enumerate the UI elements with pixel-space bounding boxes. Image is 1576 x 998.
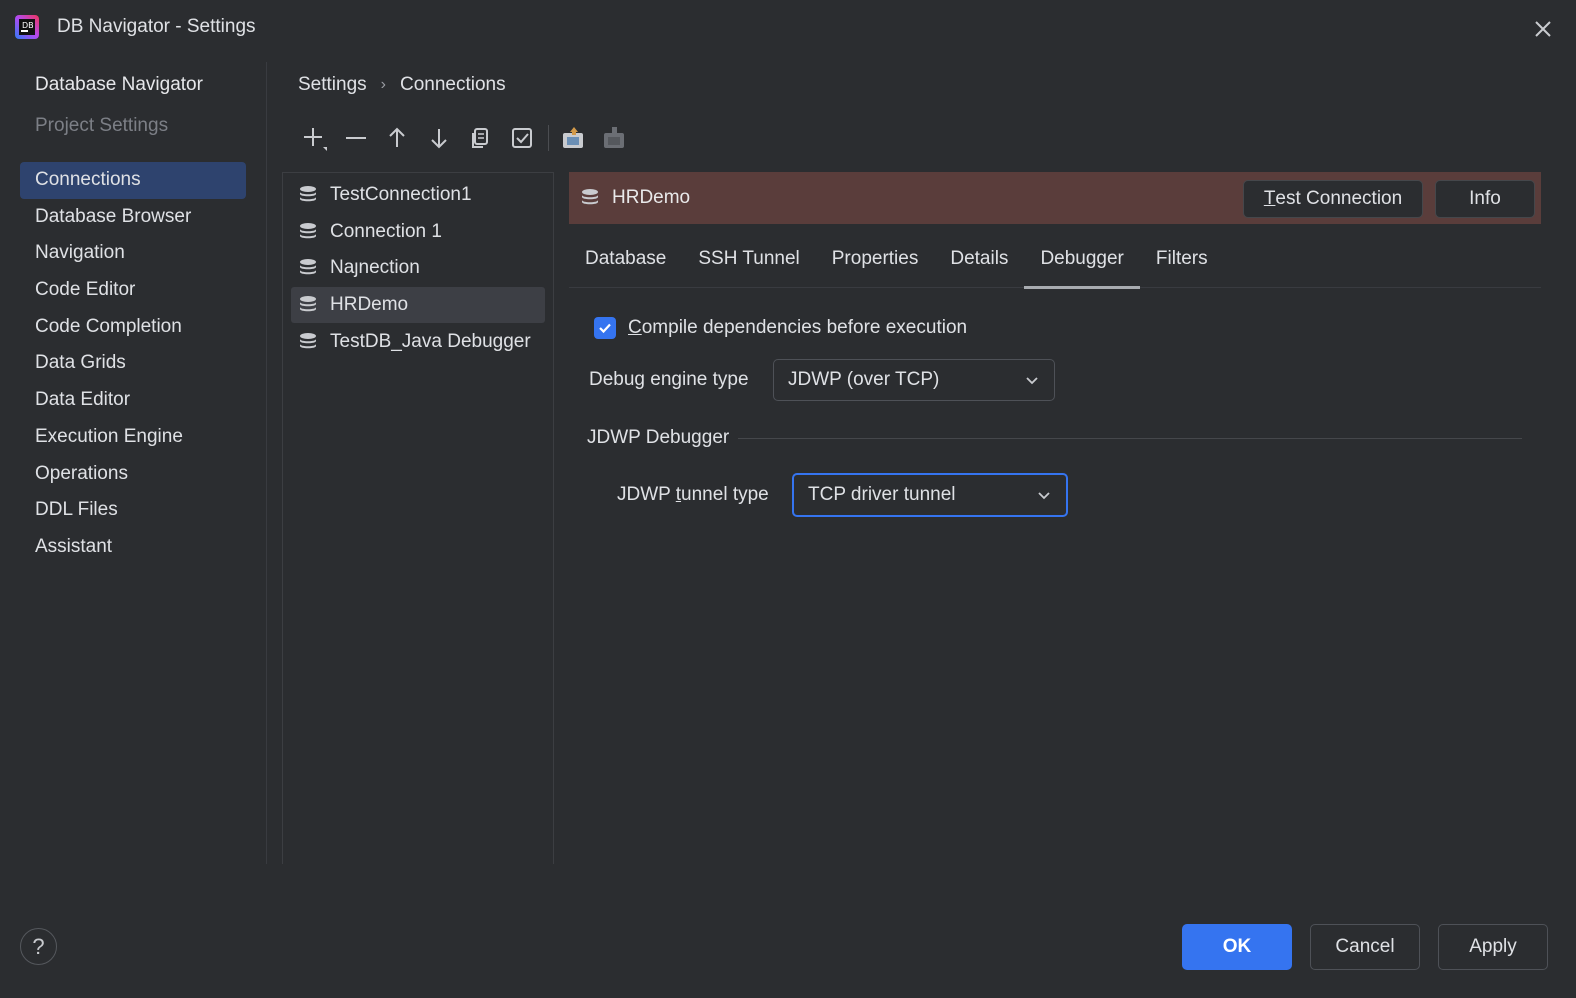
export-connections-button[interactable] bbox=[557, 122, 589, 154]
tab-database[interactable]: Database bbox=[569, 234, 682, 288]
app-logo-icon: DB bbox=[15, 15, 39, 39]
close-icon[interactable] bbox=[1530, 16, 1556, 42]
database-icon bbox=[300, 222, 316, 239]
compile-dependencies-row: Compile dependencies before execution bbox=[594, 317, 967, 339]
database-icon bbox=[300, 332, 316, 348]
sidebar-item-navigation[interactable]: Navigation bbox=[20, 235, 246, 272]
tunnel-type-select[interactable]: TCP driver tunnel bbox=[792, 473, 1068, 517]
sidebar-header-database-navigator[interactable]: Database Navigator bbox=[35, 74, 203, 96]
sidebar-item-database-browser[interactable]: Database Browser bbox=[20, 199, 246, 236]
debug-engine-row: Debug engine type JDWP (over TCP) bbox=[589, 359, 1055, 401]
tunnel-type-row: JDWP tunnel type TCP driver tunnel bbox=[617, 473, 1068, 517]
connections-toolbar bbox=[298, 120, 640, 156]
debug-engine-label: Debug engine type bbox=[589, 369, 749, 390]
connection-tabs: Database SSH Tunnel Properties Details D… bbox=[569, 234, 1541, 289]
database-icon bbox=[300, 259, 316, 275]
sidebar-item-ddl-files[interactable]: DDL Files bbox=[20, 492, 246, 529]
chevron-down-icon bbox=[1038, 492, 1050, 500]
add-connection-button[interactable] bbox=[298, 122, 330, 154]
move-down-button[interactable] bbox=[423, 122, 455, 154]
import-connections-button[interactable] bbox=[598, 122, 630, 154]
copy-icon bbox=[472, 128, 489, 148]
list-item[interactable]: Connection 1 bbox=[291, 214, 545, 251]
connection-name: Naȷnection bbox=[330, 257, 420, 279]
connection-name: Connection 1 bbox=[330, 220, 442, 242]
breadcrumb-settings[interactable]: Settings bbox=[298, 74, 367, 96]
info-button[interactable]: Info bbox=[1435, 180, 1535, 218]
test-connection-button[interactable]: Test Connection bbox=[1243, 180, 1423, 218]
compile-mnemonic: C bbox=[628, 317, 642, 338]
compile-dependencies-label[interactable]: Compile dependencies before execution bbox=[628, 317, 967, 339]
list-item[interactable]: TestConnection1 bbox=[291, 177, 545, 214]
export-icon bbox=[562, 127, 583, 148]
check-icon bbox=[511, 128, 532, 148]
list-item[interactable]: HRDemo bbox=[291, 286, 545, 324]
settings-sidebar: Database Navigator Project Settings Conn… bbox=[0, 62, 266, 864]
jdwp-debugger-group-title: JDWP Debugger bbox=[587, 427, 730, 448]
connection-name: TestDB_Java Debugger bbox=[330, 330, 531, 352]
debug-engine-select[interactable]: JDWP (over TCP) bbox=[773, 359, 1055, 401]
sidebar-item-code-editor[interactable]: Code Editor bbox=[20, 272, 246, 309]
connection-list: TestConnection1 Connection 1 Naȷnection … bbox=[283, 173, 553, 364]
help-button[interactable]: ? bbox=[20, 928, 57, 965]
sidebar-list: Connections Database Browser Navigation … bbox=[20, 162, 246, 566]
tab-properties[interactable]: Properties bbox=[816, 234, 935, 288]
sidebar-item-connections[interactable]: Connections bbox=[20, 162, 246, 199]
compile-dependencies-checkbox[interactable] bbox=[594, 317, 616, 339]
tab-debugger[interactable]: Debugger bbox=[1024, 234, 1141, 289]
toolbar-separator bbox=[547, 125, 549, 151]
sidebar-item-execution-engine[interactable]: Execution Engine bbox=[20, 419, 246, 456]
sidebar-item-assistant[interactable]: Assistant bbox=[20, 529, 246, 566]
ok-button[interactable]: OK bbox=[1182, 924, 1292, 970]
connection-detail-header: HRDemo Test Connection Info bbox=[569, 172, 1541, 224]
tab-ssh-tunnel[interactable]: SSH Tunnel bbox=[682, 234, 815, 288]
list-item[interactable]: TestDB_Java Debugger bbox=[291, 323, 545, 360]
checkmark-icon bbox=[599, 323, 611, 334]
add-icon bbox=[304, 128, 327, 151]
connection-name: HRDemo bbox=[330, 294, 409, 316]
cancel-button[interactable]: Cancel bbox=[1310, 924, 1420, 970]
chevron-down-icon bbox=[1026, 377, 1038, 385]
breadcrumb: Settings › Connections bbox=[298, 74, 506, 96]
tunnel-label-pre: JDWP bbox=[617, 484, 676, 505]
database-icon bbox=[300, 186, 316, 202]
sidebar-item-operations[interactable]: Operations bbox=[20, 456, 246, 493]
apply-button[interactable]: Apply bbox=[1438, 924, 1548, 970]
move-up-button[interactable] bbox=[381, 122, 413, 154]
list-item[interactable]: Naȷnection bbox=[291, 250, 545, 287]
tunnel-label-post: unnel type bbox=[681, 484, 769, 505]
enable-connection-button[interactable] bbox=[506, 122, 538, 154]
tunnel-type-value: TCP driver tunnel bbox=[808, 484, 956, 505]
sidebar-divider[interactable] bbox=[266, 62, 267, 864]
remove-icon bbox=[345, 137, 366, 139]
remove-connection-button[interactable] bbox=[340, 122, 372, 154]
sidebar-header-project-settings[interactable]: Project Settings bbox=[35, 115, 168, 137]
connection-name: TestConnection1 bbox=[330, 184, 472, 206]
sidebar-item-data-grids[interactable]: Data Grids bbox=[20, 345, 246, 382]
window-title: DB Navigator - Settings bbox=[57, 16, 256, 37]
svg-text:DB: DB bbox=[22, 21, 34, 30]
group-divider bbox=[738, 438, 1522, 439]
test-connection-label: est Connection bbox=[1275, 188, 1403, 209]
tab-details[interactable]: Details bbox=[934, 234, 1024, 288]
move-up-icon bbox=[389, 127, 405, 147]
tab-filters[interactable]: Filters bbox=[1140, 234, 1224, 288]
test-connection-mnemonic: T bbox=[1263, 188, 1276, 209]
move-down-icon bbox=[431, 129, 447, 149]
breadcrumb-connections: Connections bbox=[399, 74, 506, 95]
import-icon bbox=[604, 127, 625, 148]
database-icon bbox=[582, 189, 598, 205]
debug-engine-value: JDWP (over TCP) bbox=[788, 369, 940, 390]
title-bar: DB DB Navigator - Settings bbox=[0, 0, 1576, 58]
sidebar-item-code-completion[interactable]: Code Completion bbox=[20, 309, 246, 346]
connection-list-panel: TestConnection1 Connection 1 Naȷnection … bbox=[282, 172, 554, 864]
tunnel-type-label: JDWP tunnel type bbox=[617, 484, 792, 506]
compile-label-text: ompile dependencies before execution bbox=[641, 317, 968, 338]
connection-title: HRDemo bbox=[612, 187, 691, 208]
breadcrumb-separator: › bbox=[380, 76, 386, 93]
copy-connection-button[interactable] bbox=[464, 122, 496, 154]
sidebar-item-data-editor[interactable]: Data Editor bbox=[20, 382, 246, 419]
database-icon bbox=[300, 296, 316, 312]
